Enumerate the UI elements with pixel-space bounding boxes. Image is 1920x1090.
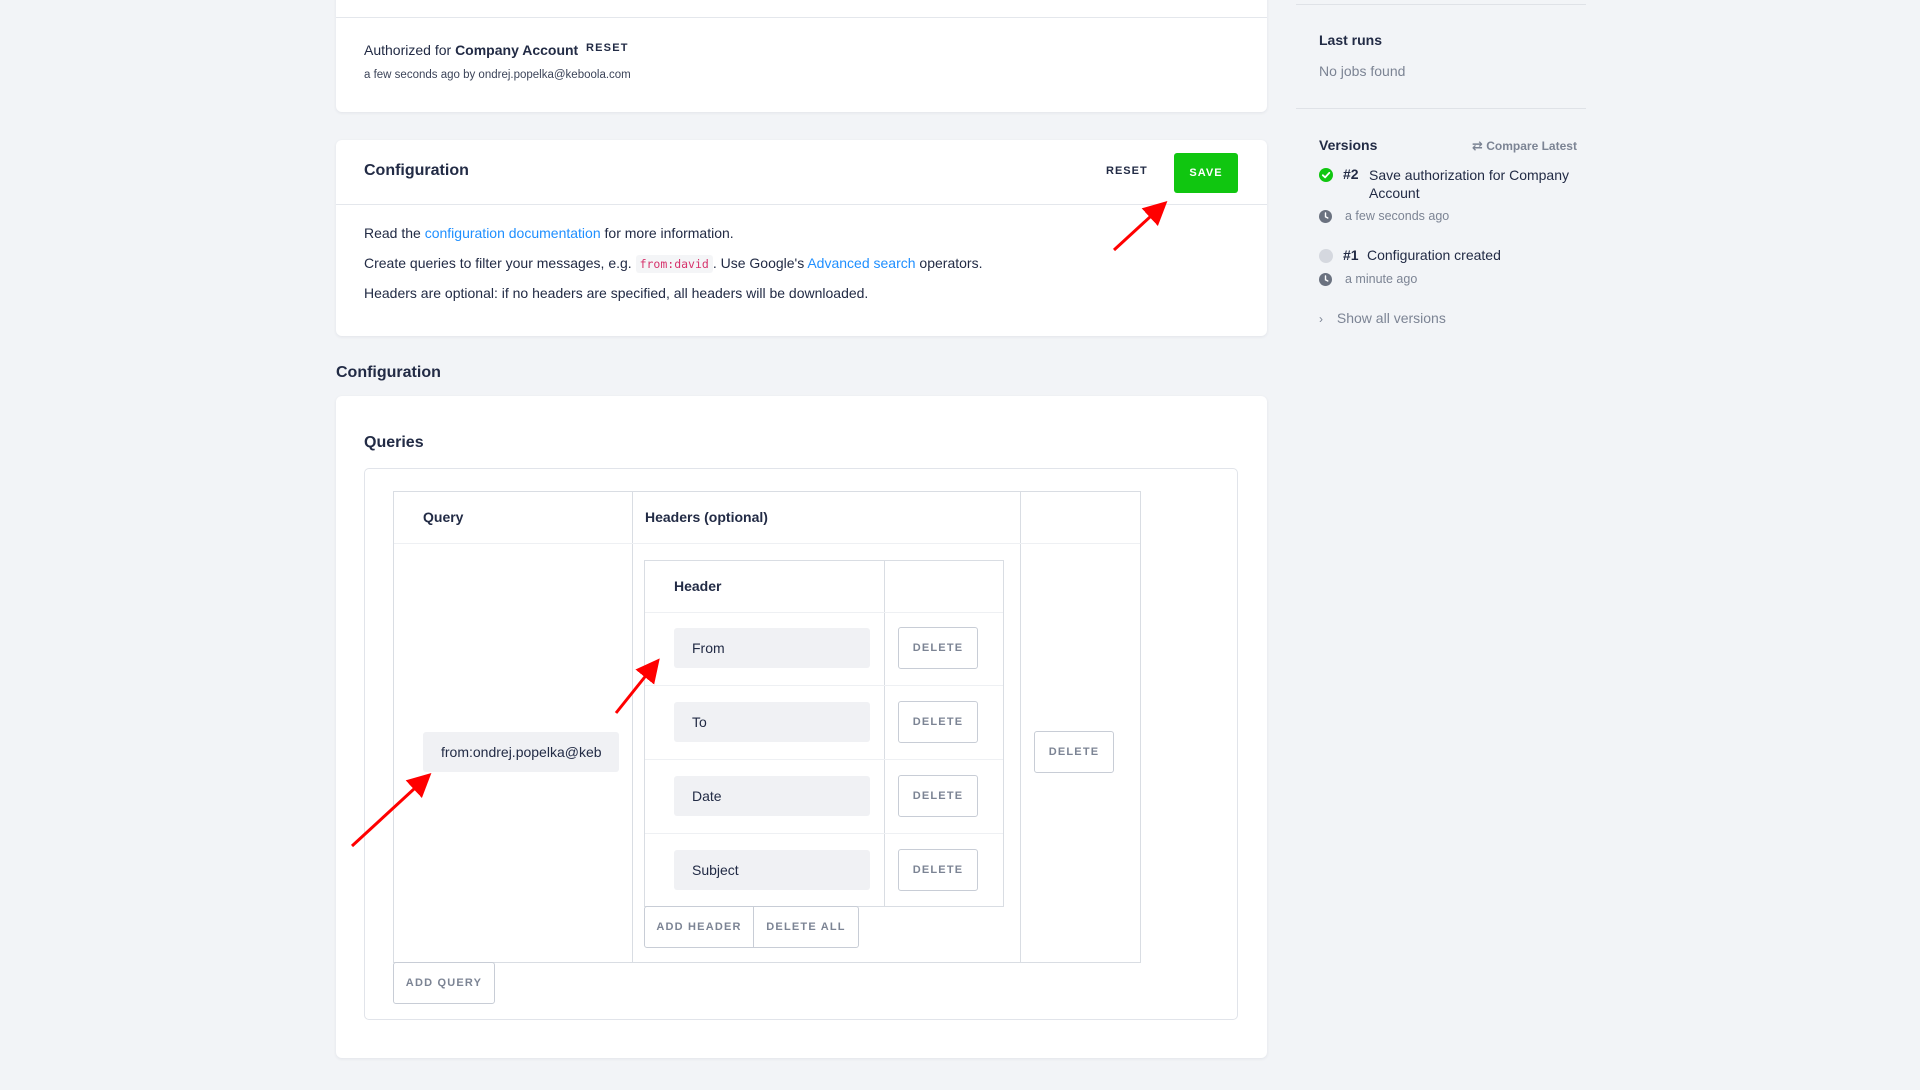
headers-row-divider-1 bbox=[645, 685, 1003, 686]
auth-meta: a few seconds ago by ondrej.popelka@kebo… bbox=[364, 69, 631, 81]
help-line1-post: for more information. bbox=[604, 225, 734, 241]
version-text-2: Save authorization for Company Account bbox=[1369, 167, 1569, 201]
sidebar-top-divider bbox=[1296, 4, 1586, 5]
section-title-configuration: Configuration bbox=[336, 364, 441, 381]
queries-col-divider-1 bbox=[632, 492, 633, 962]
help-line2-pre: Create queries to filter your messages, … bbox=[364, 255, 632, 271]
compare-latest-link[interactable]: ⇄ Compare Latest bbox=[1472, 138, 1577, 154]
header-input-subject[interactable]: Subject bbox=[674, 850, 870, 890]
config-save-button[interactable]: SAVE bbox=[1174, 153, 1238, 193]
clock-icon bbox=[1319, 210, 1332, 223]
show-all-versions-label: Show all versions bbox=[1336, 310, 1446, 326]
query-example-code: from:david bbox=[635, 255, 713, 273]
queries-card: Queries Query Headers (optional) from:on… bbox=[336, 396, 1267, 1058]
compare-latest-label: Compare Latest bbox=[1486, 139, 1577, 153]
help-line2-post: operators. bbox=[919, 255, 983, 271]
help-line1-pre: Read the bbox=[364, 225, 421, 241]
headers-table: Header From DELETE To DELETE Date DELETE… bbox=[644, 560, 1004, 907]
neutral-circle-icon bbox=[1319, 249, 1333, 263]
headers-row-divider-3 bbox=[645, 833, 1003, 834]
column-header-query: Query bbox=[423, 509, 464, 525]
versions-title: Versions bbox=[1319, 137, 1378, 153]
queries-col-divider-2 bbox=[1020, 492, 1021, 962]
configuration-documentation-link[interactable]: configuration documentation bbox=[425, 225, 601, 241]
column-header-header: Header bbox=[674, 578, 722, 594]
config-help-line-1: Read the configuration documentation for… bbox=[364, 225, 734, 241]
add-header-button[interactable]: ADD HEADER bbox=[644, 906, 754, 948]
compare-arrows-icon: ⇄ bbox=[1472, 138, 1483, 153]
show-all-versions-link[interactable]: › Show all versions bbox=[1319, 310, 1446, 326]
version-number-1: #1 bbox=[1343, 247, 1359, 263]
config-card-title: Configuration bbox=[364, 162, 469, 179]
authorized-for-text: Authorized for Company Account bbox=[364, 42, 578, 58]
config-help-line-3: Headers are optional: if no headers are … bbox=[364, 285, 869, 301]
headers-row-divider-2 bbox=[645, 759, 1003, 760]
version-text-1: Configuration created bbox=[1367, 247, 1501, 263]
add-query-button[interactable]: ADD QUERY bbox=[393, 962, 495, 1004]
last-runs-title: Last runs bbox=[1319, 32, 1383, 48]
help-line2-mid: . Use Google's bbox=[712, 255, 805, 271]
auth-reset-button[interactable]: RESET bbox=[586, 42, 629, 54]
delete-header-to-button[interactable]: DELETE bbox=[898, 701, 978, 743]
delete-header-date-button[interactable]: DELETE bbox=[898, 775, 978, 817]
last-runs-empty: No jobs found bbox=[1319, 63, 1406, 79]
delete-header-from-button[interactable]: DELETE bbox=[898, 627, 978, 669]
query-input[interactable]: from:ondrej.popelka@keb bbox=[423, 732, 619, 772]
queries-panel: Query Headers (optional) from:ondrej.pop… bbox=[364, 468, 1238, 1020]
config-card-divider bbox=[336, 204, 1267, 205]
headers-header-divider bbox=[645, 612, 1003, 613]
version-time-1: a minute ago bbox=[1345, 272, 1418, 286]
chevron-right-icon: › bbox=[1319, 312, 1323, 326]
configuration-info-card: Configuration RESET SAVE Read the config… bbox=[336, 140, 1267, 336]
delete-all-headers-button[interactable]: DELETE ALL bbox=[753, 906, 859, 948]
authorization-card: Authorized for Company Account RESET a f… bbox=[336, 0, 1267, 112]
advanced-search-link[interactable]: Advanced search bbox=[807, 255, 915, 271]
queries-table: Query Headers (optional) from:ondrej.pop… bbox=[393, 491, 1141, 963]
sidebar-mid-divider bbox=[1296, 108, 1586, 109]
queries-title: Queries bbox=[364, 434, 424, 451]
authorized-prefix: Authorized for bbox=[364, 42, 452, 58]
clock-icon bbox=[1319, 273, 1332, 286]
delete-query-button[interactable]: DELETE bbox=[1034, 731, 1114, 773]
header-input-from[interactable]: From bbox=[674, 628, 870, 668]
column-header-headers: Headers (optional) bbox=[645, 509, 768, 525]
queries-header-divider bbox=[394, 543, 1140, 544]
version-number-2: #2 bbox=[1343, 166, 1359, 182]
account-name: Company Account bbox=[455, 42, 579, 58]
config-reset-button[interactable]: RESET bbox=[1106, 165, 1148, 177]
config-help-line-2: Create queries to filter your messages, … bbox=[364, 255, 983, 273]
header-input-date[interactable]: Date bbox=[674, 776, 870, 816]
header-input-to[interactable]: To bbox=[674, 702, 870, 742]
auth-card-divider bbox=[336, 17, 1267, 18]
delete-header-subject-button[interactable]: DELETE bbox=[898, 849, 978, 891]
version-time-2: a few seconds ago bbox=[1345, 209, 1450, 223]
check-circle-icon bbox=[1319, 168, 1333, 182]
